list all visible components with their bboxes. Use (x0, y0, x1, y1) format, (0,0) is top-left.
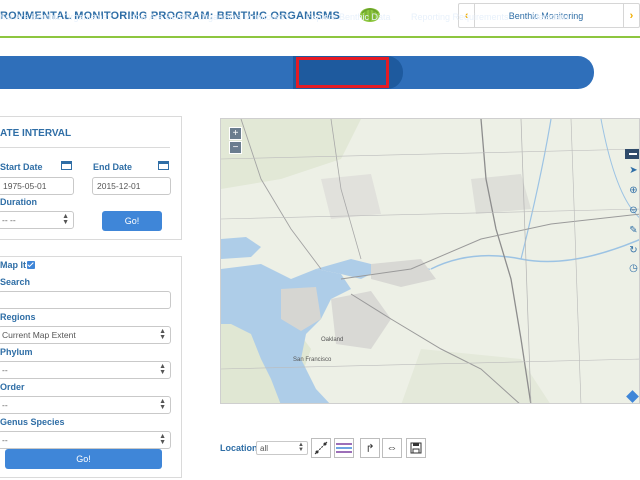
phylum-value: -- (2, 365, 8, 375)
select-caret-icon: ▲ ▼ (62, 213, 69, 226)
select-caret-icon: ▲ ▼ (159, 398, 166, 411)
date-interval-panel: ATE INTERVAL Start Date End Date 1975-05… (0, 116, 182, 240)
nav-item-how-monitored[interactable]: How Are Benthic Organisms Monitored? (129, 0, 289, 33)
genus-species-value: -- (2, 435, 8, 445)
export-icon[interactable]: ⇔ (382, 438, 402, 458)
location-label: Location (220, 443, 258, 453)
search-label: Search (0, 277, 31, 287)
save-icon[interactable] (406, 438, 426, 458)
order-value: -- (2, 400, 8, 410)
search-input[interactable] (0, 291, 171, 309)
map-view[interactable]: San Francisco Oakland + − ➤ ⊕ ⊖ ✎ ↻ ◷ (220, 118, 640, 404)
zoom-out-tool-icon[interactable]: ⊖ (628, 205, 639, 216)
draw-points-icon[interactable] (311, 438, 331, 458)
genus-species-select[interactable]: -- ▲ ▼ (0, 431, 171, 449)
select-caret-icon: ▲ ▼ (159, 363, 166, 376)
date-interval-title: ATE INTERVAL (0, 128, 72, 139)
duration-value: -- -- (2, 215, 16, 225)
calendar-icon[interactable] (61, 161, 72, 170)
regions-value: Current Map Extent (2, 330, 76, 340)
regions-label: Regions (0, 312, 36, 322)
chevron-right-icon[interactable]: › (623, 4, 639, 27)
zoom-out-button[interactable]: − (229, 141, 242, 154)
map-tools-strip: ➤ ⊕ ⊖ ✎ ↻ ◷ (625, 149, 639, 274)
end-date-label: End Date (93, 162, 133, 172)
map-it-checkbox[interactable] (27, 261, 35, 269)
basemap[interactable]: San Francisco Oakland (221, 119, 640, 404)
nav-item-explore-data[interactable]: Explore Benthic Data (306, 0, 391, 33)
pointer-icon[interactable]: ➤ (628, 165, 639, 176)
order-label: Order (0, 382, 25, 392)
history-icon[interactable]: ◷ (628, 263, 639, 274)
zoom-in-button[interactable]: + (229, 127, 242, 140)
start-date-input[interactable]: 1975-05-01 (0, 177, 74, 195)
select-caret-icon: ▲ ▼ (159, 328, 166, 341)
end-date-input[interactable]: 2015-12-01 (92, 177, 171, 195)
panel-divider (0, 147, 170, 148)
map-bottom-toolbar: Location all ▲ ▼ ↱ ⇔ (220, 436, 440, 462)
refresh-icon[interactable]: ↻ (628, 245, 639, 256)
active-tab-highlight (296, 57, 389, 88)
date-go-button[interactable]: Go! (102, 211, 162, 231)
nav-item-reporting[interactable]: Reporting Requirements (411, 0, 509, 33)
phylum-select[interactable]: -- ▲ ▼ (0, 361, 171, 379)
phylum-label: Phylum (0, 347, 33, 357)
nav-item-what-are-benthic[interactable]: hat Are Benthic Organisms? (0, 0, 112, 33)
location-select[interactable]: all ▲ ▼ (256, 441, 308, 455)
map-it-label: Map It (0, 260, 35, 270)
order-select[interactable]: -- ▲ ▼ (0, 396, 171, 414)
legend-lines-icon[interactable] (334, 438, 354, 458)
calendar-icon[interactable] (158, 161, 169, 170)
regions-select[interactable]: Current Map Extent ▲ ▼ (0, 326, 171, 344)
duration-label: Duration (0, 197, 37, 207)
nav-item-metadata[interactable]: Metadata (531, 0, 569, 33)
select-caret-icon: ▲ ▼ (159, 433, 166, 446)
duration-select[interactable]: -- -- ▲ ▼ (0, 211, 74, 229)
location-value: all (260, 443, 269, 453)
filter-go-button[interactable]: Go! (5, 449, 162, 469)
select-caret-icon: ▲ ▼ (298, 442, 304, 453)
share-arrow-icon[interactable]: ↱ (360, 438, 380, 458)
map-label-oakland: Oakland (321, 337, 343, 343)
map-it-text: Map It (0, 260, 26, 270)
zoom-in-tool-icon[interactable]: ⊕ (628, 185, 639, 196)
measure-icon[interactable]: ✎ (628, 225, 639, 236)
collapse-tools-icon[interactable] (625, 149, 639, 159)
start-date-label: Start Date (0, 162, 43, 172)
genus-species-label: Genus Species (0, 417, 65, 427)
filter-panel: Map It Search Regions Current Map Extent… (0, 256, 182, 478)
map-label-san-francisco: San Francisco (293, 357, 332, 363)
